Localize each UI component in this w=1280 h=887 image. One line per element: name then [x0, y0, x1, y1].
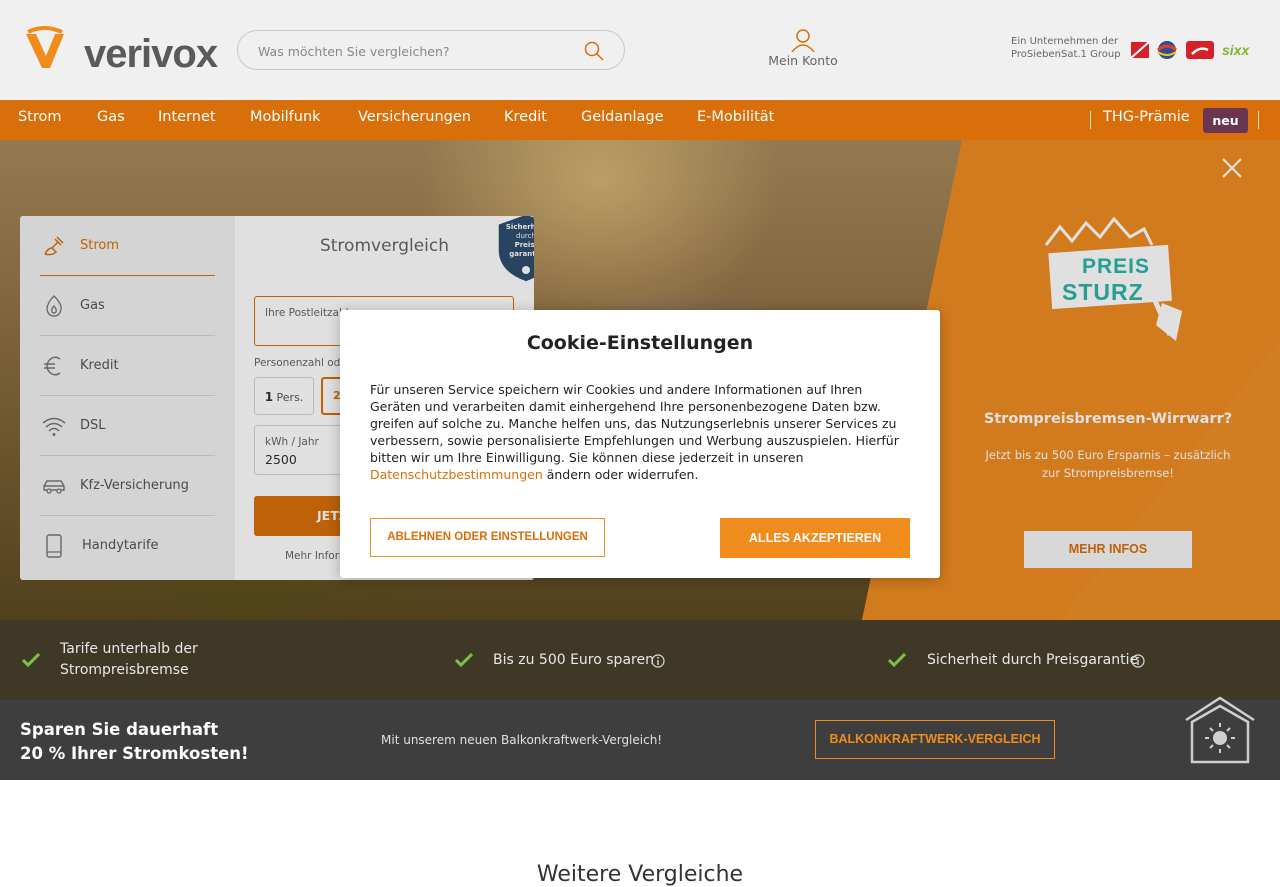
benefit-item: Bis zu 500 Euro sparen [430, 620, 860, 700]
nav-item-mobilfunk[interactable]: Mobilfunk [250, 109, 321, 125]
nav-item-thg[interactable]: THG-Prämie [1103, 109, 1190, 125]
cookie-text-part1: Für unseren Service speichern wir Cookie… [370, 382, 899, 465]
preissturz-line1: PREIS [1082, 255, 1151, 278]
cookie-modal: Cookie-Einstellungen Für unseren Service… [340, 310, 940, 578]
balkonkraftwerk-button[interactable]: BALKONKRAFTWERK-VERGLEICH [815, 720, 1055, 759]
calculator-title: Stromvergleich [319, 236, 450, 256]
reject-or-settings-button[interactable]: ABLEHNEN ODER EINSTELLUNGEN [370, 518, 605, 557]
flame-icon [46, 295, 62, 317]
nav-item-strom[interactable]: Strom [18, 109, 62, 125]
balkonkraftwerk-banner: Sparen Sie dauerhaft 20 % Ihrer Stromkos… [0, 696, 1280, 780]
balkon-text: Mit unserem neuen Balkonkraftwerk-Vergle… [381, 733, 663, 747]
sidebar-item-label: Kfz-Versicherung [80, 478, 189, 493]
check-icon [455, 653, 473, 667]
prosieben-logo-icon [1130, 41, 1150, 59]
badge-line1: Sicherheit [505, 223, 534, 231]
search-input[interactable] [258, 40, 568, 62]
euro-icon [44, 356, 61, 376]
balkon-title: Sparen Sie dauerhaft 20 % Ihrer Stromkos… [20, 718, 249, 766]
smartphone-icon [46, 534, 62, 558]
cookie-modal-title: Cookie-Einstellungen [526, 332, 754, 354]
accept-all-button[interactable]: ALLES AKZEPTIEREN [720, 518, 910, 558]
postcode-label: Ihre Postleitzahl [265, 307, 349, 319]
benefit-item: Tarife unterhalb der Strompreisbremse [0, 620, 430, 700]
consumption-label: kWh / Jahr [265, 436, 319, 448]
prosieben-text: Ein Unternehmen der ProSiebenSat.1 Group [1011, 36, 1121, 60]
badge-line3: Preis- [514, 241, 534, 249]
logo-text: verivox [84, 32, 218, 76]
nav-divider [1090, 111, 1091, 129]
solar-house-icon [1185, 696, 1255, 764]
site-header: verivox Mein Konto Ein Unternehmen der P… [0, 0, 1280, 100]
nav-divider [1258, 111, 1259, 129]
more-info-button[interactable]: MEHR INFOS [1024, 531, 1192, 568]
wifi-icon [42, 417, 66, 436]
nav-item-kredit[interactable]: Kredit [504, 109, 547, 125]
benefit-text: Tarife unterhalb der Strompreisbremse [60, 641, 198, 678]
sidebar-item-label: DSL [80, 418, 106, 433]
info-icon[interactable] [1131, 654, 1145, 668]
close-icon[interactable] [1221, 157, 1243, 179]
verivox-logo[interactable]: verivox [24, 26, 218, 76]
person-option-unit: Pers. [276, 391, 304, 404]
verivox-logo-icon [26, 26, 64, 68]
benefit-text: Sicherheit durch Preisgarantie [927, 652, 1139, 668]
cookie-text-part2: ändern oder widerrufen. [542, 467, 699, 482]
promo-text: Jetzt bis zu 500 Euro Ersparnis – zusätz… [985, 448, 1231, 480]
brand-logos[interactable]: sixx [1130, 40, 1262, 60]
plug-icon [44, 236, 64, 256]
search-box[interactable] [237, 30, 625, 70]
section-title: Weitere Vergleiche [536, 862, 744, 887]
nav-item-gas[interactable]: Gas [97, 109, 125, 125]
account-link[interactable]: Mein Konto [760, 28, 846, 72]
balkon-title-line2: 20 % Ihrer Stromkosten! [20, 744, 249, 763]
sidebar-item-handytarife[interactable]: Handytarife [40, 516, 235, 576]
sidebar-item-strom[interactable]: Strom [40, 216, 235, 276]
nav-item-versicherungen[interactable]: Versicherungen [358, 109, 471, 125]
sat1-logo-icon [1157, 41, 1177, 59]
preissturz-logo: PREIS STURZ [1040, 215, 1185, 345]
promo-title: Strompreisbremsen-Wirrwarr? [983, 411, 1233, 427]
benefit-text: Bis zu 500 Euro sparen [493, 652, 654, 668]
account-label: Mein Konto [768, 53, 838, 68]
check-icon [888, 653, 906, 667]
sidebar-item-kfz[interactable]: Kfz-Versicherung [40, 456, 235, 516]
new-badge: neu [1203, 108, 1248, 133]
sidebar-item-label: Strom [80, 238, 120, 253]
calculator-sidebar: Strom Gas Kredit DSL Kfz-Versicherung Ha… [20, 216, 235, 580]
sidebar-item-label: Handytarife [82, 538, 159, 553]
badge-line4: garantie [509, 250, 534, 258]
main-nav: Strom Gas Internet Mobilfunk Versicherun… [0, 100, 1280, 140]
consumption-value: 2500 [265, 452, 297, 467]
benefit-item: Sicherheit durch Preisgarantie [860, 620, 1280, 700]
person-option-1[interactable]: 1 Pers. [254, 377, 314, 415]
check-icon [22, 653, 40, 667]
sidebar-item-dsl[interactable]: DSL [40, 396, 235, 456]
preissturz-line2: STURZ [1062, 279, 1144, 305]
sidebar-item-label: Kredit [80, 358, 119, 373]
nav-item-emobilitaet[interactable]: E-Mobilität [697, 109, 774, 125]
user-icon [791, 29, 815, 52]
privacy-policy-link[interactable]: Datenschutzbestimmungen [370, 467, 543, 482]
kabeleins-logo-icon [1186, 41, 1214, 59]
search-icon[interactable] [584, 41, 604, 61]
consumption-input[interactable]: kWh / Jahr 2500 [254, 425, 354, 475]
badge-line2: durch [516, 232, 534, 240]
cookie-modal-text: Für unseren Service speichern wir Cookie… [370, 381, 915, 483]
nav-item-internet[interactable]: Internet [158, 109, 216, 125]
sidebar-item-label: Gas [80, 298, 105, 313]
sidebar-item-kredit[interactable]: Kredit [40, 336, 235, 396]
nav-item-geldanlage[interactable]: Geldanlage [581, 109, 664, 125]
sidebar-item-gas[interactable]: Gas [40, 276, 235, 336]
person-option-number: 1 [264, 390, 274, 404]
info-icon[interactable] [651, 654, 665, 668]
car-icon [43, 480, 65, 494]
balkon-title-line1: Sparen Sie dauerhaft [20, 720, 219, 739]
benefits-bar: Tarife unterhalb der Strompreisbremse Bi… [0, 620, 1280, 700]
svg-text:sixx: sixx [1222, 42, 1250, 58]
sixx-logo-icon: sixx [1222, 42, 1250, 58]
price-guarantee-badge: Sicherheit durch Preis- garantie [495, 216, 534, 284]
